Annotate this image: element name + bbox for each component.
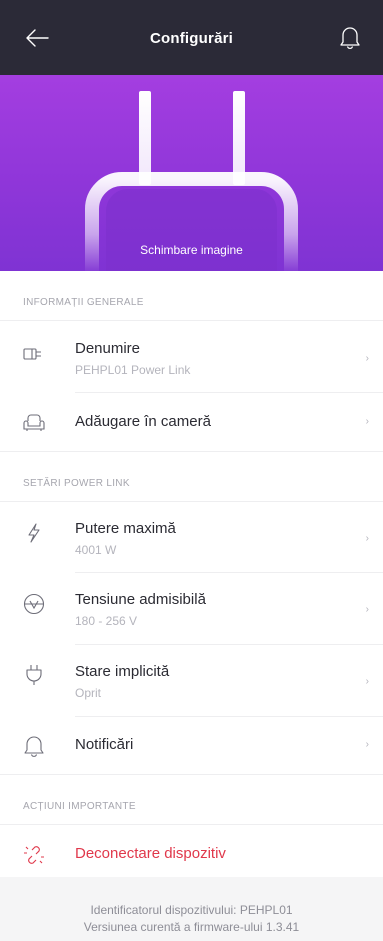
plug-outline-icon <box>23 348 41 360</box>
chevron-right-icon: › <box>365 353 369 364</box>
setting-value: 4001 W <box>75 543 117 557</box>
page-title: Configurări <box>149 30 234 47</box>
setting-label: Notificări <box>75 736 134 753</box>
setting-label: Tensiune admisibilă <box>75 591 206 608</box>
lightning-icon <box>28 523 40 543</box>
bell-icon[interactable] <box>339 24 361 50</box>
bell-icon <box>24 736 44 757</box>
chevron-right-icon: › <box>365 604 369 615</box>
device-id-text: Identificatorul dispozitivului: PEHPL01 <box>90 903 293 917</box>
chevron-right-icon: › <box>365 739 369 750</box>
chevron-right-icon: › <box>365 533 369 544</box>
voltage-gauge-icon <box>23 593 45 615</box>
section-header-power-link: SETĂRI POWER LINK <box>0 452 383 501</box>
armchair-icon <box>23 414 45 431</box>
section-header-general: INFORMAȚII GENERALE <box>0 271 383 320</box>
setting-row-max-power[interactable]: Putere maximă 4001 W › <box>0 502 383 573</box>
top-bar: Configurări <box>0 0 383 75</box>
setting-row-room[interactable]: Adăugare în cameră › <box>0 393 383 451</box>
settings-list: INFORMAȚII GENERALE Denumire PEHPL01 Pow… <box>0 271 383 884</box>
setting-value: Oprit <box>75 686 102 700</box>
setting-value: PEHPL01 Power Link <box>75 363 191 377</box>
setting-row-name[interactable]: Denumire PEHPL01 Power Link › <box>0 321 383 393</box>
device-image-banner[interactable]: Schimbare imagine <box>0 75 383 271</box>
setting-label: Adăugare în cameră <box>75 413 211 430</box>
setting-row-default-state[interactable]: Stare implicită Oprit › <box>0 645 383 717</box>
device-info-footer: Identificatorul dispozitivului: PEHPL01 … <box>0 877 383 941</box>
section-header-important: ACȚIUNI IMPORTANTE <box>0 775 383 824</box>
plug-icon <box>26 665 42 685</box>
setting-value: 180 - 256 V <box>75 614 138 628</box>
setting-label: Stare implicită <box>75 663 170 680</box>
power-plug-illustration <box>85 91 298 271</box>
setting-label: Putere maximă <box>75 520 176 537</box>
firmware-version-text: Versiunea curentă a firmware-ului 1.3.41 <box>83 920 300 934</box>
chevron-right-icon: › <box>365 676 369 687</box>
broken-link-icon <box>24 846 44 864</box>
change-image-label[interactable]: Schimbare imagine <box>0 243 383 257</box>
disconnect-device-button[interactable]: Deconectare dispozitiv <box>0 825 383 883</box>
setting-row-notifications[interactable]: Notificări › <box>0 717 383 774</box>
setting-row-voltage[interactable]: Tensiune admisibilă 180 - 256 V › <box>0 573 383 645</box>
disconnect-label: Deconectare dispozitiv <box>75 845 226 862</box>
chevron-right-icon: › <box>365 416 369 427</box>
setting-label: Denumire <box>75 340 141 357</box>
